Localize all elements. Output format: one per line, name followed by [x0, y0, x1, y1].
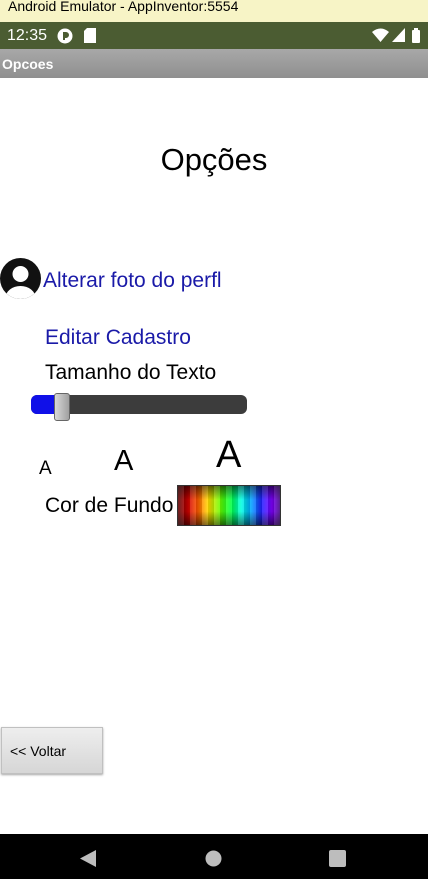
wifi-icon	[372, 28, 389, 47]
color-palette-picker[interactable]	[177, 485, 281, 526]
action-bar-title: Opcoes	[2, 56, 54, 72]
change-photo-link[interactable]: Alterar foto do perfl	[43, 269, 222, 293]
text-size-label: Tamanho do Texto	[45, 361, 217, 384]
app-notification-icon	[57, 28, 73, 49]
back-icon[interactable]	[80, 850, 96, 872]
background-color-label: Cor de Fundo	[45, 494, 174, 517]
emulator-window-titlebar: Android Emulator - AppInventor:5554	[0, 0, 428, 22]
signal-icon	[392, 28, 405, 47]
back-button-label: << Voltar	[10, 743, 67, 759]
avatar-icon[interactable]	[0, 258, 41, 299]
text-size-medium-sample: A	[114, 445, 134, 477]
system-nav-bar	[0, 834, 428, 879]
page-title: Opções	[160, 142, 268, 177]
battery-icon	[412, 28, 420, 48]
status-time: 12:35	[7, 27, 48, 44]
sd-card-icon	[84, 28, 96, 48]
slider-thumb[interactable]	[54, 393, 70, 421]
text-size-slider[interactable]	[31, 393, 247, 421]
back-button[interactable]: << Voltar	[1, 727, 103, 774]
edit-profile-link[interactable]: Editar Cadastro	[45, 326, 191, 350]
status-bar: 12:35	[0, 22, 428, 49]
emulator-window-title: Android Emulator - AppInventor:5554	[8, 0, 239, 14]
text-size-small-sample: A	[39, 458, 52, 479]
recents-icon[interactable]	[329, 850, 346, 872]
action-bar: Opcoes	[0, 49, 428, 78]
text-size-large-sample: A	[216, 434, 242, 476]
home-icon[interactable]	[205, 850, 222, 872]
